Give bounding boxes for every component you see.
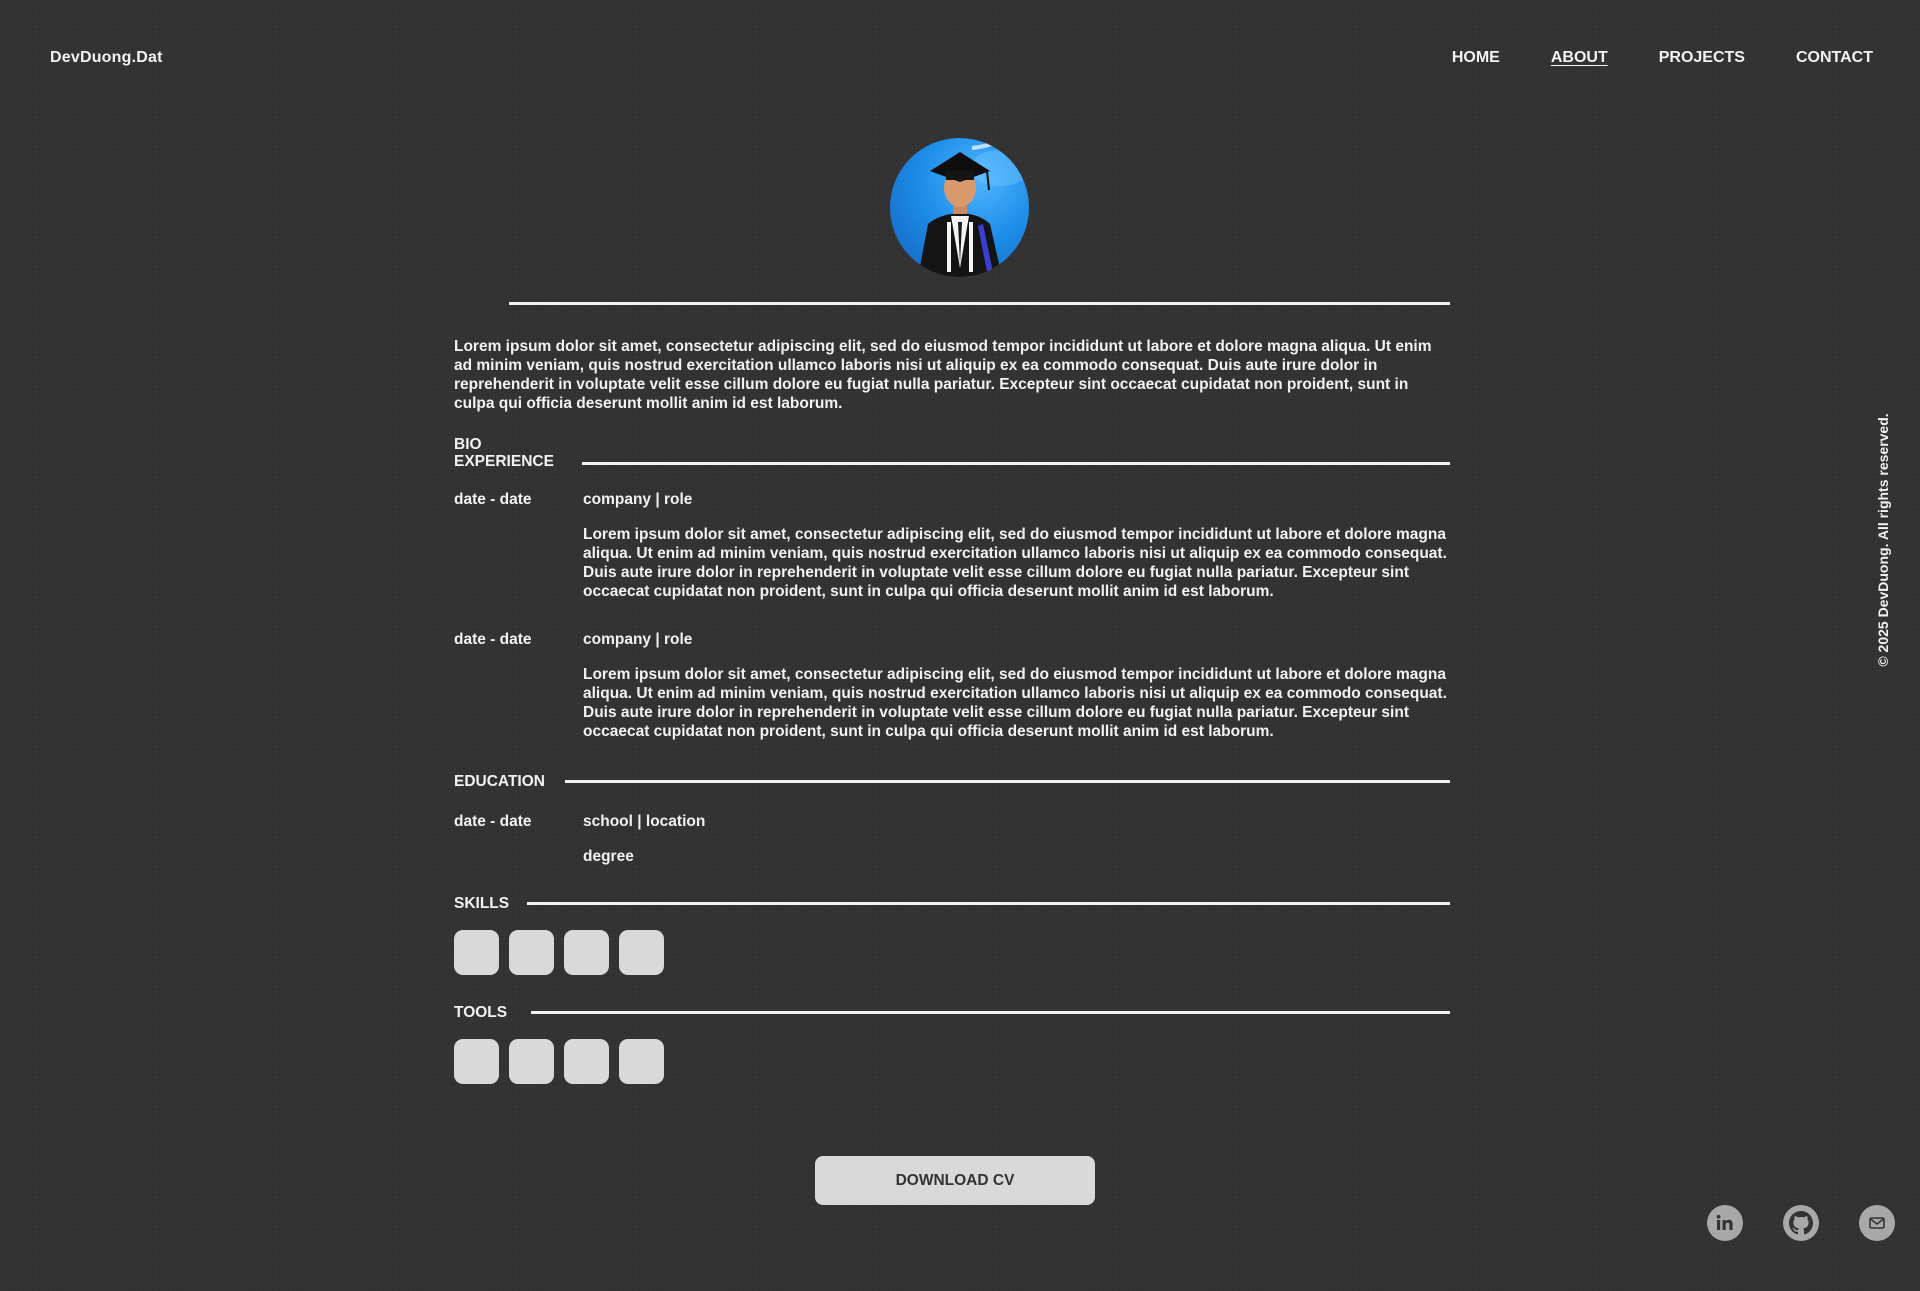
tools-list	[454, 1039, 1450, 1084]
mail-icon	[1869, 1217, 1885, 1229]
entry-description: Lorem ipsum dolor sit amet, consectetur …	[583, 526, 1447, 600]
header-divider	[509, 302, 1450, 305]
email-link[interactable]	[1859, 1205, 1895, 1241]
section-divider	[527, 902, 1450, 905]
section-divider	[565, 780, 1450, 783]
skill-chip[interactable]	[509, 930, 554, 975]
tool-chip[interactable]	[619, 1039, 664, 1084]
entry-title: company | role	[583, 631, 693, 648]
github-link[interactable]	[1783, 1205, 1819, 1241]
entry-degree: degree	[583, 848, 634, 865]
linkedin-link[interactable]	[1707, 1205, 1743, 1241]
skills-label: SKILLS	[454, 895, 510, 912]
skills-list	[454, 930, 1450, 975]
education-entry: date - date school | location degree	[454, 812, 1450, 866]
section-divider	[581, 462, 1450, 465]
profile-avatar	[890, 138, 1029, 277]
tool-chip[interactable]	[564, 1039, 609, 1084]
nav-about[interactable]: ABOUT	[1551, 49, 1608, 67]
section-divider	[531, 1011, 1450, 1014]
tools-label: TOOLS	[454, 1004, 508, 1021]
nav-contact[interactable]: CONTACT	[1796, 49, 1873, 67]
entry-date: date - date	[454, 813, 532, 830]
main-nav: HOME ABOUT PROJECTS CONTACT	[1452, 49, 1873, 67]
entry-title: company | role	[583, 491, 693, 508]
entry-date: date - date	[454, 631, 532, 648]
tools-section-header: TOOLS	[454, 1004, 1450, 1021]
nav-projects[interactable]: PROJECTS	[1659, 49, 1745, 67]
skill-chip[interactable]	[619, 930, 664, 975]
skills-section-header: SKILLS	[454, 895, 1450, 912]
download-cv-button[interactable]: DOWNLOAD CV	[815, 1156, 1095, 1205]
skill-chip[interactable]	[564, 930, 609, 975]
site-logo[interactable]: DevDuong.Dat	[50, 49, 163, 67]
linkedin-icon	[1716, 1214, 1733, 1230]
bio-label: BIO	[454, 436, 482, 453]
entry-date: date - date	[454, 491, 532, 508]
tool-chip[interactable]	[509, 1039, 554, 1084]
github-icon	[1783, 1205, 1819, 1241]
experience-entry: date - date company | role Lorem ipsum d…	[454, 490, 1450, 601]
experience-label: EXPERIENCE	[454, 453, 554, 470]
copyright-text: © 2025 DevDuong. All rights reserved.	[1875, 413, 1891, 667]
tool-chip[interactable]	[454, 1039, 499, 1084]
entry-description: Lorem ipsum dolor sit amet, consectetur …	[583, 666, 1447, 740]
education-label: EDUCATION	[454, 773, 545, 790]
social-links	[1707, 1205, 1895, 1241]
nav-home[interactable]: HOME	[1452, 49, 1500, 67]
experience-section-header: BIO EXPERIENCE	[454, 436, 1450, 470]
about-content: Lorem ipsum dolor sit amet, consectetur …	[454, 337, 1450, 1084]
entry-title: school | location	[583, 813, 706, 830]
skill-chip[interactable]	[454, 930, 499, 975]
intro-text: Lorem ipsum dolor sit amet, consectetur …	[454, 338, 1432, 412]
education-section-header: EDUCATION	[454, 773, 1450, 790]
experience-entry: date - date company | role Lorem ipsum d…	[454, 630, 1450, 741]
